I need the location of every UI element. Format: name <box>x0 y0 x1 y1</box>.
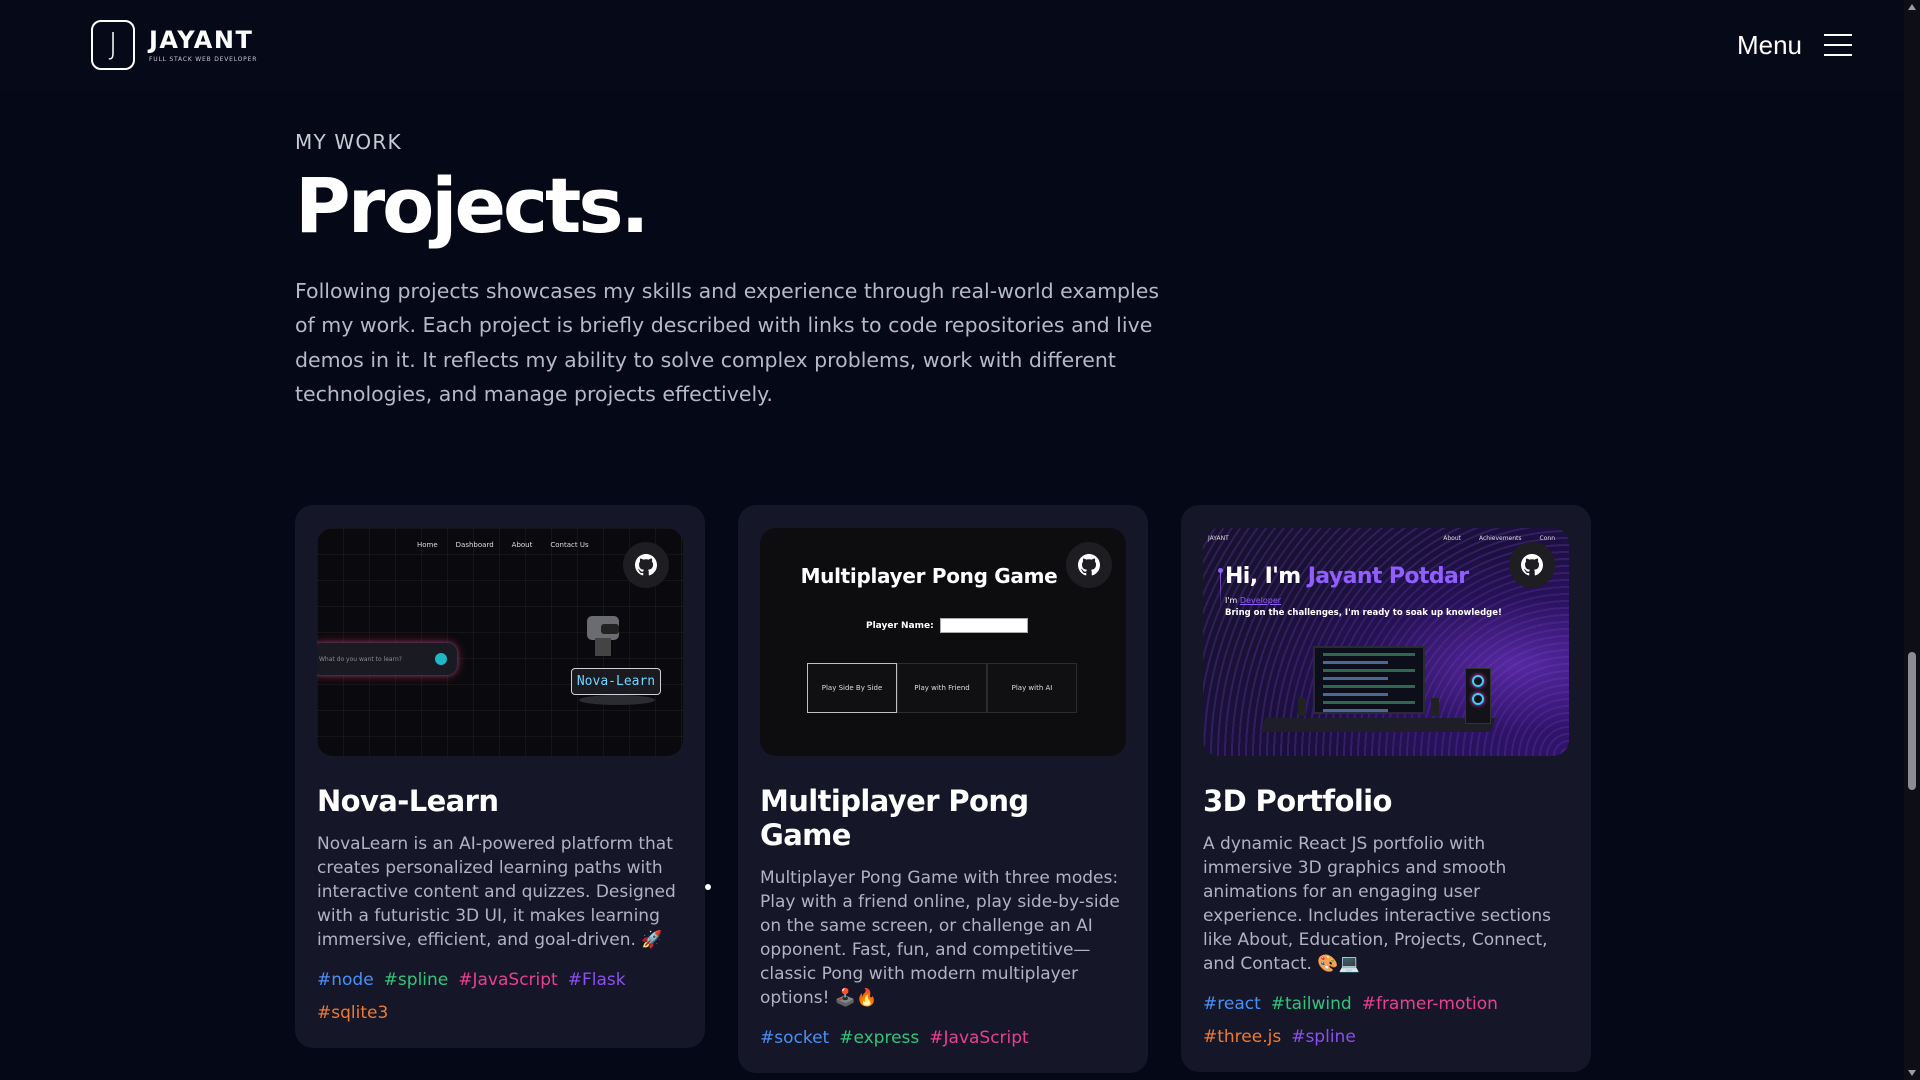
speaker-icon <box>1431 698 1439 716</box>
preview-hero-heading: Hi, I'm Jayant Potdar <box>1225 564 1469 589</box>
tag[interactable]: #JavaScript <box>929 1026 1028 1051</box>
preview-nav-item: About <box>511 541 533 549</box>
preview-sign: Nova-Learn <box>571 668 661 695</box>
preview-pedestal <box>579 695 655 705</box>
brand-name: JAYANT <box>149 26 254 55</box>
preview-accent-bar <box>1220 572 1221 608</box>
section-subtitle: MY WORK <box>295 130 402 154</box>
preview-search-text: What do you want to learn? <box>319 655 402 663</box>
preview-nav-item: Dashboard <box>455 541 494 549</box>
project-thumbnail: JAYANT About Achievements Conn Hi, I'm J… <box>1203 528 1569 756</box>
project-thumbnail: Multiplayer Pong Game Player Name: Play … <box>760 528 1126 756</box>
github-link-button[interactable] <box>1509 542 1555 588</box>
tag[interactable]: #spline <box>1291 1025 1356 1050</box>
tag[interactable]: #react <box>1203 992 1261 1017</box>
github-icon <box>635 554 657 576</box>
preview-nav-item: Home <box>417 541 438 549</box>
projects-section-header: MY WORK Projects. Following projects sho… <box>295 130 1595 412</box>
menu-button[interactable]: Menu <box>1737 30 1852 61</box>
hamburger-icon <box>1824 34 1852 56</box>
preview-player-label: Player Name: <box>866 620 934 631</box>
project-thumbnail: Home Dashboard About Contact Us What do … <box>317 528 683 756</box>
project-card-pong: Multiplayer Pong Game Player Name: Play … <box>738 505 1148 1073</box>
scroll-up-arrow-icon[interactable] <box>1908 4 1916 10</box>
project-description: Multiplayer Pong Game with three modes: … <box>760 868 1120 1008</box>
project-description: A dynamic React JS portfolio with immers… <box>1203 834 1551 974</box>
project-tags: #react #tailwind #framer-motion #three.j… <box>1203 992 1569 1050</box>
preview-role: Developer <box>1239 596 1282 605</box>
tag[interactable]: #express <box>839 1026 919 1051</box>
monitor-icon <box>1313 646 1425 714</box>
preview-player-input <box>939 618 1028 633</box>
page-scrollbar[interactable] <box>1904 0 1920 1080</box>
desk-shape <box>1260 718 1496 732</box>
tag[interactable]: #node <box>317 968 374 993</box>
brand-logo-link[interactable]: J JAYANT Full Stack Web Developer <box>91 20 257 70</box>
github-icon <box>1078 554 1100 576</box>
section-intro: Following projects showcases my skills a… <box>295 278 1160 407</box>
github-link-button[interactable] <box>1066 542 1112 588</box>
tag[interactable]: #framer-motion <box>1362 992 1498 1017</box>
project-title: Nova-Learn <box>317 784 499 818</box>
tag[interactable]: #Flask <box>568 968 626 993</box>
speaker-icon <box>1298 698 1306 716</box>
preview-nav-item: Contact Us <box>550 541 589 549</box>
project-cards: Home Dashboard About Contact Us What do … <box>295 505 1591 1073</box>
github-link-button[interactable] <box>623 542 669 588</box>
pc-tower-icon <box>1465 668 1491 724</box>
tag[interactable]: #spline <box>384 968 449 993</box>
robot-icon <box>579 616 629 662</box>
project-description: NovaLearn is an AI-powered platform that… <box>317 834 676 950</box>
preview-mode: Play with AI <box>987 663 1077 713</box>
section-title: Projects. <box>295 161 649 250</box>
project-title: Multiplayer Pong Game <box>760 784 1029 852</box>
preview-modes: Play Side By Side Play with Friend Play … <box>807 663 1077 713</box>
scroll-down-arrow-icon[interactable] <box>1908 1070 1916 1076</box>
project-tags: #socket #express #JavaScript <box>760 1026 1126 1051</box>
tag[interactable]: #socket <box>760 1026 829 1051</box>
project-card-nova-learn: Home Dashboard About Contact Us What do … <box>295 505 705 1048</box>
preview-title-text: Multiplayer Pong Game <box>800 564 1058 588</box>
project-tags: #node #spline #JavaScript #Flask #sqlite… <box>317 968 683 1026</box>
github-icon <box>1521 554 1543 576</box>
project-title: 3D Portfolio <box>1203 784 1392 818</box>
brand-tagline: Full Stack Web Developer <box>149 55 258 63</box>
preview-role-prefix: I'm <box>1225 596 1240 605</box>
preview-logo: JAYANT <box>1208 535 1229 542</box>
navbar: J JAYANT Full Stack Web Developer Menu <box>0 0 1904 90</box>
preview-nav-item: Achievements <box>1479 535 1522 542</box>
preview-hero-role: I'm Developer <box>1225 596 1281 605</box>
tag[interactable]: #three.js <box>1203 1025 1281 1050</box>
tag[interactable]: #sqlite3 <box>317 1001 388 1026</box>
preview-hero-prefix: Hi, I'm <box>1225 564 1308 589</box>
brand-text: JAYANT Full Stack Web Developer <box>149 26 258 63</box>
menu-label: Menu <box>1736 29 1802 60</box>
tag[interactable]: #JavaScript <box>458 968 557 993</box>
preview-nav-item: Conn <box>1539 535 1555 542</box>
logo-icon: J <box>91 20 135 70</box>
tag[interactable]: #tailwind <box>1271 992 1352 1017</box>
preview-nav: Home Dashboard About Contact Us <box>417 541 589 549</box>
preview-search-bar: What do you want to learn? <box>317 643 457 675</box>
project-card-3d-portfolio: JAYANT About Achievements Conn Hi, I'm J… <box>1181 505 1591 1072</box>
preview-search-icon <box>435 653 447 665</box>
preview-hero-tagline: Bring on the challenges, I'm ready to so… <box>1225 608 1502 618</box>
preview-mode: Play Side By Side <box>807 663 897 713</box>
preview-player-field: Player Name: <box>866 618 1028 633</box>
cursor-dot <box>705 884 711 890</box>
logo-letter: J <box>108 27 118 62</box>
preview-mode: Play with Friend <box>897 663 987 713</box>
preview-nav-item: About <box>1443 535 1461 542</box>
scrollbar-thumb[interactable] <box>1908 652 1916 790</box>
preview-hero-name: Jayant Potdar <box>1307 564 1469 589</box>
